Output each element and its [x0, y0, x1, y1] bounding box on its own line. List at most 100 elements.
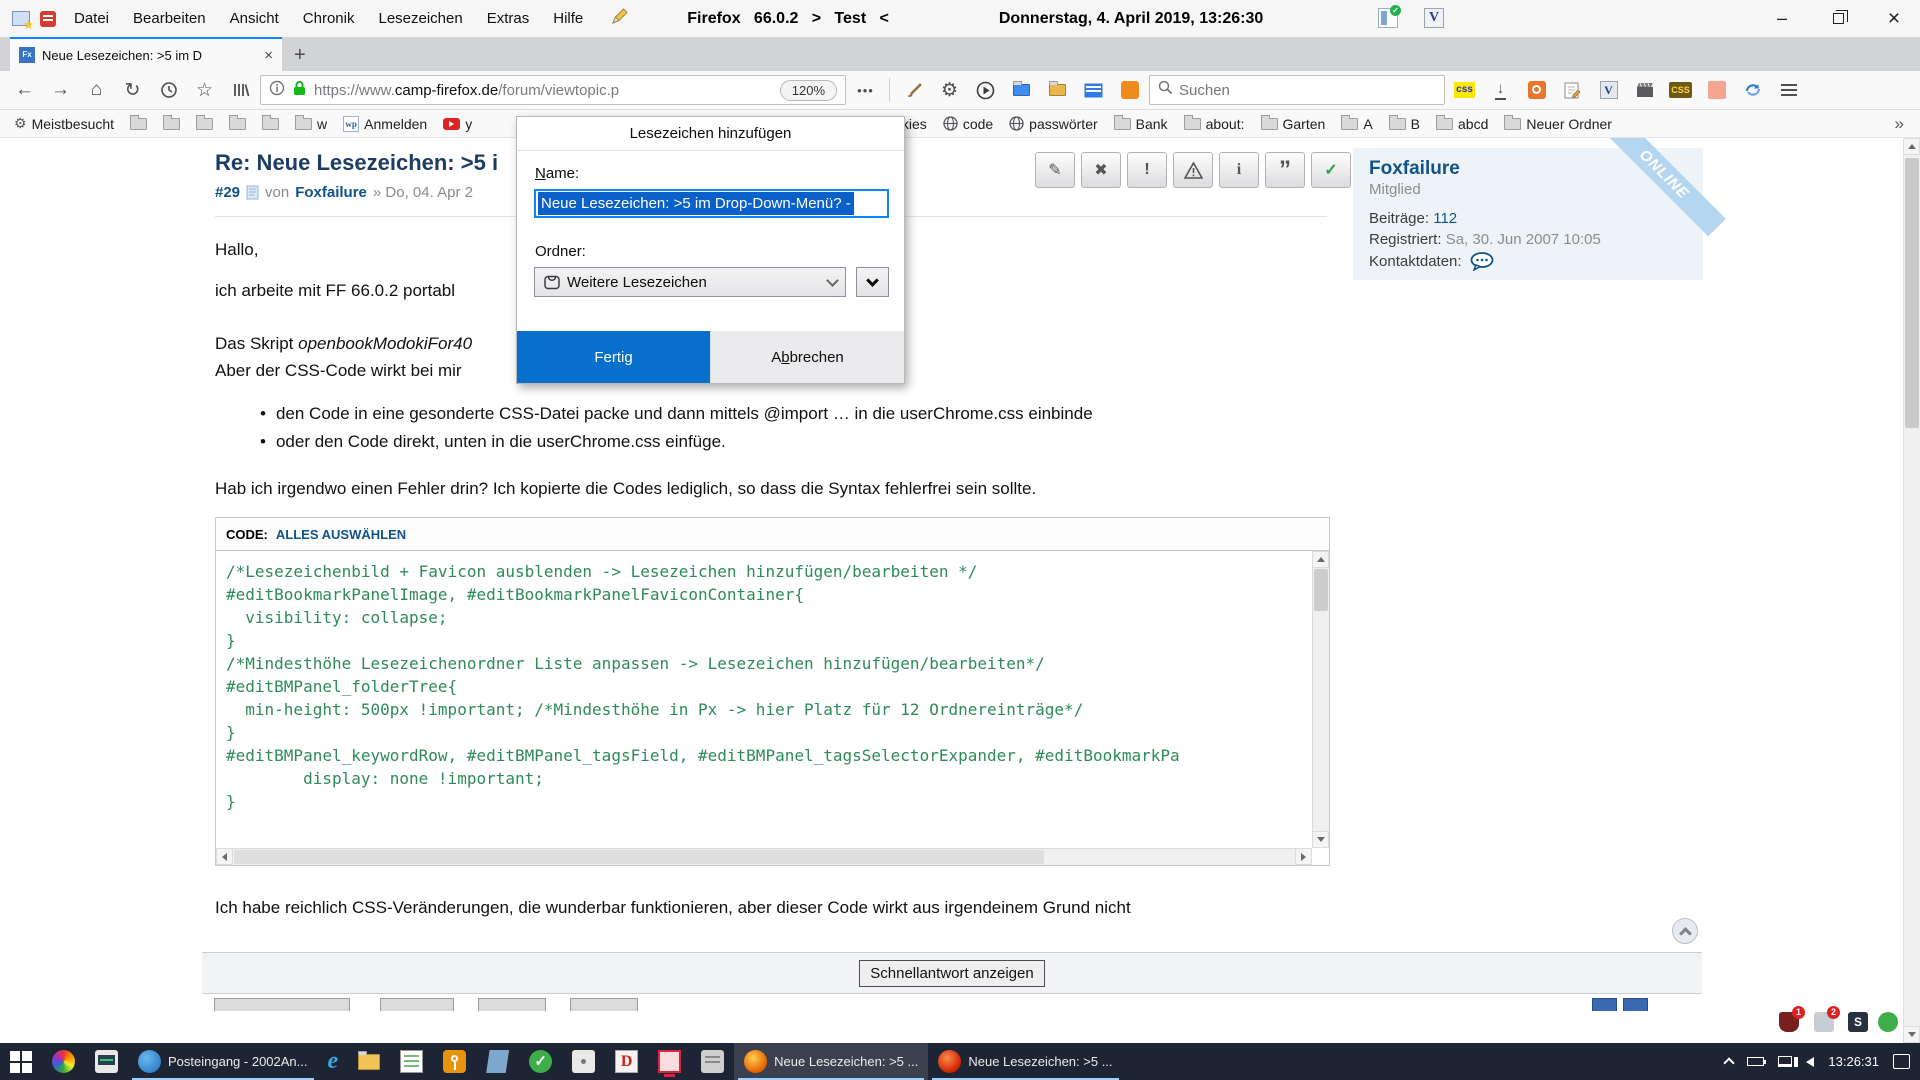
zoom-level-badge[interactable]: 120%	[780, 80, 837, 101]
page-scrollbar[interactable]	[1903, 138, 1920, 1043]
play-circle-icon[interactable]	[969, 75, 1002, 105]
bookmark-folder-icon[interactable]	[163, 118, 180, 130]
note-pencil-addon-icon[interactable]	[1556, 75, 1589, 105]
folder-tree-expander-button[interactable]	[856, 267, 889, 297]
reload-button[interactable]: ↻	[116, 75, 149, 105]
accept-button[interactable]: ✓	[1311, 152, 1351, 188]
quick-reply-button[interactable]: Schnellantwort anzeigen	[859, 960, 1044, 987]
taskbar-green-check[interactable]: ✓	[519, 1043, 562, 1080]
back-button[interactable]: ←	[8, 75, 41, 105]
ublock-shield-icon[interactable]: 1	[1779, 1012, 1799, 1032]
post-number-link[interactable]: #29	[215, 184, 240, 201]
url-bar[interactable]: https://www.camp-firefox.de/forum/viewto…	[260, 75, 846, 105]
taskbar-clock[interactable]: 13:26:31	[1828, 1054, 1879, 1069]
site-info-icon[interactable]	[269, 80, 285, 101]
cutoff-button[interactable]	[570, 998, 638, 1011]
scrollbar-thumb[interactable]	[1905, 158, 1919, 428]
bookmark-anmelden[interactable]: wpAnmelden	[343, 116, 427, 132]
active-tab[interactable]: Fx Neue Lesezeichen: >5 im D ×	[10, 37, 282, 71]
start-button[interactable]	[0, 1043, 42, 1080]
taskbar-firefox-window-1[interactable]: Neue Lesezeichen: >5 ...	[734, 1043, 928, 1080]
v-tray-icon[interactable]: V	[1424, 8, 1444, 28]
code-vertical-scrollbar[interactable]	[1312, 551, 1329, 848]
taskbar-tool-blue[interactable]	[476, 1043, 519, 1080]
cutoff-button[interactable]	[380, 998, 454, 1011]
report-post-button[interactable]: !	[1127, 152, 1167, 188]
bookmark-folder-abcd[interactable]: abcd	[1436, 116, 1488, 132]
forward-button[interactable]: →	[44, 75, 77, 105]
orange-ring-addon-icon[interactable]	[1520, 75, 1553, 105]
taskbar-d-app[interactable]: D	[605, 1043, 648, 1080]
select-all-link[interactable]: ALLES AUSWÄHLEN	[276, 527, 406, 542]
menu-ansicht[interactable]: Ansicht	[218, 0, 291, 37]
css-yellow-addon-icon[interactable]: css	[1448, 75, 1481, 105]
cutoff-blue-button[interactable]	[1592, 998, 1617, 1011]
taskbar-edge[interactable]: e	[318, 1043, 349, 1080]
bookmark-folder-icon[interactable]	[130, 118, 147, 130]
bookmark-folder-w[interactable]: w	[295, 116, 327, 132]
action-center-icon[interactable]	[1893, 1054, 1910, 1069]
delete-post-button[interactable]: ✖	[1081, 152, 1121, 188]
bookmark-meistbesucht[interactable]: ⚙Meistbesucht	[14, 115, 114, 132]
sync-swoosh-addon-icon[interactable]	[1736, 75, 1769, 105]
scroll-right-arrow[interactable]	[1295, 848, 1312, 865]
window-table-icon[interactable]	[1077, 75, 1110, 105]
hamburger-menu-icon[interactable]	[1772, 75, 1805, 105]
menu-hilfe[interactable]: Hilfe	[541, 0, 595, 37]
minimize-button[interactable]: –	[1756, 0, 1808, 37]
menu-extras[interactable]: Extras	[475, 0, 542, 37]
restore-button[interactable]	[1812, 0, 1864, 37]
message-bubble-icon[interactable]	[1470, 252, 1494, 271]
scrollbar-thumb[interactable]	[234, 850, 1044, 864]
taskbar-archive[interactable]	[691, 1043, 734, 1080]
s-app-icon[interactable]: S	[1848, 1012, 1868, 1032]
cutoff-button[interactable]	[478, 998, 546, 1011]
search-bar[interactable]	[1149, 75, 1445, 105]
cutoff-blue-button[interactable]	[1623, 998, 1648, 1011]
taskbar-drive[interactable]	[562, 1043, 605, 1080]
taskbar-monitor-app[interactable]	[85, 1043, 128, 1080]
scroll-left-arrow[interactable]	[216, 848, 233, 865]
taskbar-keepass[interactable]	[433, 1043, 476, 1080]
quote-button[interactable]: ”	[1265, 152, 1305, 188]
bookmark-passwoerter[interactable]: passwörter	[1009, 116, 1097, 132]
bookmark-folder-about[interactable]: about:	[1184, 116, 1245, 132]
css-dark-addon-icon[interactable]: CSS	[1664, 75, 1697, 105]
tray-expand-icon[interactable]	[1724, 1057, 1735, 1068]
taskbar-explorer[interactable]	[348, 1043, 390, 1080]
orange-addon-icon[interactable]	[1113, 75, 1146, 105]
bookmark-folder-icon[interactable]	[196, 118, 213, 130]
history-clock-icon[interactable]	[152, 75, 185, 105]
download-icon[interactable]: ↓	[1484, 75, 1517, 105]
scroll-down-arrow[interactable]	[1903, 1026, 1920, 1043]
bookmark-youtube[interactable]: y	[443, 116, 472, 132]
cutoff-button[interactable]	[214, 998, 350, 1011]
gear-icon[interactable]: ⚙	[933, 75, 966, 105]
cancel-button[interactable]: Abbrechen	[710, 331, 904, 383]
bookmark-folder-b[interactable]: B	[1389, 116, 1420, 132]
paintbrush-icon[interactable]	[897, 75, 930, 105]
search-input[interactable]	[1179, 82, 1409, 99]
done-button[interactable]: Fertig	[517, 331, 710, 383]
scroll-up-arrow[interactable]	[1312, 551, 1329, 568]
library-icon[interactable]	[224, 75, 257, 105]
tab-close-icon[interactable]: ×	[264, 47, 273, 64]
scrollbar-thumb[interactable]	[1314, 569, 1328, 611]
network-icon[interactable]	[1778, 1056, 1792, 1067]
information-button[interactable]: i	[1219, 152, 1259, 188]
warn-user-button[interactable]	[1173, 152, 1213, 188]
taskbar-thunderbird-window[interactable]: Posteingang - 2002An...	[128, 1043, 318, 1080]
battery-icon[interactable]	[1747, 1057, 1764, 1066]
page-actions-button[interactable]: •••	[849, 75, 882, 105]
posts-count-link[interactable]: 112	[1433, 210, 1457, 227]
edit-post-button[interactable]: ✎	[1035, 152, 1075, 188]
bookmark-code[interactable]: code	[943, 116, 993, 132]
taskbar-notepad[interactable]	[390, 1043, 433, 1080]
notification-icon[interactable]: 2	[1814, 1012, 1834, 1032]
sticky-note-addon-icon[interactable]	[1700, 75, 1733, 105]
bookmark-folder-garten[interactable]: Garten	[1261, 116, 1326, 132]
code-content[interactable]: /*Lesezeichenbild + Favicon ausblenden -…	[216, 551, 1312, 848]
bookmark-folder-bank[interactable]: Bank	[1114, 116, 1168, 132]
bookmark-name-input[interactable]: Neue Lesezeichen: >5 im Drop-Down-Menü? …	[534, 189, 889, 218]
menu-lesezeichen[interactable]: Lesezeichen	[366, 0, 474, 37]
